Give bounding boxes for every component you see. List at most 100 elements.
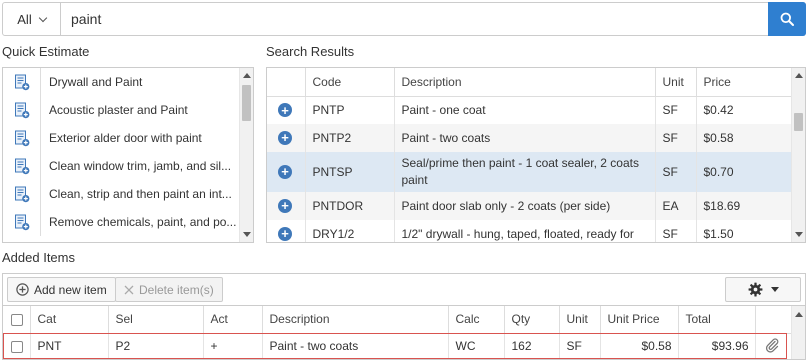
add-new-item-button[interactable]: Add new item <box>7 277 116 302</box>
column-header-unit-price[interactable]: Unit Price <box>600 306 679 334</box>
result-description: Paint door slab only - 2 coats (per side… <box>394 192 656 220</box>
column-header-act[interactable]: Act <box>203 306 263 334</box>
estimate-document-icon <box>3 180 41 208</box>
estimate-document-icon <box>3 124 41 152</box>
search-scope-label: All <box>17 11 32 27</box>
search-results-table: Code Description Unit Price + PNTP Paint -… <box>266 67 806 243</box>
quick-estimate-item[interactable]: Clean, strip and then paint an int... <box>3 180 253 208</box>
result-code: PNTP2 <box>305 124 395 152</box>
result-price[interactable]: $18.69 <box>696 192 794 220</box>
select-all-checkbox[interactable] <box>11 314 23 327</box>
result-description: 1/2" drywall - hung, taped, floated, rea… <box>394 220 656 242</box>
search-result-row[interactable]: + PNTP Paint - one coat SF $0.42 <box>267 96 794 124</box>
settings-menu-button[interactable] <box>725 277 801 302</box>
delete-items-label: Delete item(s) <box>139 282 214 297</box>
column-header-sel[interactable]: Sel <box>108 306 204 334</box>
result-code: DRY1/2 <box>305 220 395 242</box>
result-price[interactable]: $0.70 <box>696 152 794 192</box>
search-button[interactable] <box>768 2 806 36</box>
result-price[interactable]: $1.50 <box>696 220 794 242</box>
estimate-document-icon <box>3 208 41 236</box>
quick-estimate-item-label: Exterior alder door with paint <box>49 131 202 145</box>
column-header-description[interactable]: Description <box>262 306 449 334</box>
search-result-row[interactable]: + PNTP2 Paint - two coats SF $0.58 <box>267 124 794 152</box>
item-unit-price[interactable]: $0.58 <box>600 333 679 359</box>
item-calc[interactable]: WC <box>448 333 505 359</box>
added-items-toolbar: Add new item Delete item(s) <box>2 273 806 305</box>
scroll-up-arrow[interactable] <box>795 73 803 78</box>
item-total: $93.96 <box>678 333 756 359</box>
column-header-total[interactable]: Total <box>678 306 756 334</box>
item-unit[interactable]: SF <box>559 333 601 359</box>
plus-circle-icon[interactable]: + <box>278 198 292 213</box>
scrollbar-thumb[interactable] <box>794 113 803 131</box>
search-result-row[interactable]: + PNTDOR Paint door slab only - 2 coats (p… <box>267 192 794 220</box>
estimate-document-icon <box>3 96 41 124</box>
quick-estimate-item-label: Clean window trim, jamb, and sil... <box>49 159 232 173</box>
column-header-description[interactable]: Description <box>394 68 656 97</box>
attachment-cell[interactable] <box>755 333 794 359</box>
quick-estimate-item[interactable]: Clean window trim, jamb, and sil... <box>3 152 253 180</box>
search-bar: All <box>2 2 806 36</box>
scroll-up-arrow[interactable] <box>243 73 251 78</box>
item-act[interactable]: + <box>203 333 263 359</box>
quick-estimate-item-label: Clean, strip and then paint an int... <box>49 187 232 201</box>
delete-items-button[interactable]: Delete item(s) <box>115 277 223 302</box>
plus-circle-icon[interactable]: + <box>278 164 292 179</box>
column-header-attachment <box>755 306 794 334</box>
item-sel[interactable]: P2 <box>108 333 204 359</box>
added-items-table: Cat Sel Act Description Calc Qty Unit Un… <box>2 305 806 360</box>
item-qty[interactable]: 162 <box>504 333 560 359</box>
result-description: Seal/prime then paint - 1 coat sealer, 2… <box>394 152 656 192</box>
estimate-document-icon <box>3 152 41 180</box>
row-checkbox[interactable] <box>11 341 23 354</box>
search-result-row[interactable]: + DRY1/2 1/2" drywall - hung, taped, float… <box>267 220 794 242</box>
result-price[interactable]: $0.42 <box>696 96 794 124</box>
search-result-row[interactable]: + PNTSP Seal/prime then paint - 1 coat sea… <box>267 152 794 192</box>
chevron-down-icon <box>38 13 47 22</box>
column-header-calc[interactable]: Calc <box>448 306 505 334</box>
scroll-down-arrow[interactable] <box>243 232 251 237</box>
quick-estimate-item-label: Acoustic plaster and Paint <box>49 103 188 117</box>
column-header-code[interactable]: Code <box>305 68 395 97</box>
quick-estimate-title: Quick Estimate <box>2 44 90 59</box>
column-header-cat[interactable]: Cat <box>30 306 109 334</box>
scroll-down-arrow[interactable] <box>795 232 803 237</box>
quick-estimate-item[interactable]: Exterior alder door with paint <box>3 124 253 152</box>
added-items-scrollbar[interactable] <box>791 306 805 359</box>
item-description[interactable]: Paint - two coats <box>262 333 449 359</box>
quick-estimate-scrollbar[interactable] <box>239 68 253 242</box>
paperclip-icon[interactable] <box>764 337 780 353</box>
item-cat[interactable]: PNT <box>30 333 109 359</box>
column-header-qty[interactable]: Qty <box>504 306 560 334</box>
quick-estimate-list: Drywall and Paint Acoustic plaster and Pa… <box>2 67 254 243</box>
add-new-item-label: Add new item <box>34 282 107 297</box>
result-unit: SF <box>655 152 697 192</box>
column-header-select-all[interactable] <box>3 306 31 334</box>
scroll-up-arrow[interactable] <box>795 312 803 317</box>
search-results-scrollbar[interactable] <box>791 68 805 242</box>
result-code: PNTDOR <box>305 192 395 220</box>
plus-circle-icon[interactable]: + <box>278 226 292 241</box>
result-price[interactable]: $0.58 <box>696 124 794 152</box>
search-icon <box>780 12 794 26</box>
quick-estimate-item[interactable]: Remove chemicals, paint, and po... <box>3 208 253 236</box>
close-icon <box>124 285 134 294</box>
quick-estimate-item-label: Remove chemicals, paint, and po... <box>49 215 237 229</box>
added-item-row[interactable]: PNT P2 + Paint - two coats WC 162 SF $0.58 $93.9… <box>3 333 794 359</box>
scrollbar-thumb[interactable] <box>242 85 251 121</box>
search-input[interactable] <box>61 3 768 35</box>
search-scope-dropdown[interactable]: All <box>3 3 61 35</box>
quick-estimate-item[interactable]: Drywall and Paint <box>3 68 253 96</box>
quick-estimate-item[interactable]: Acoustic plaster and Paint <box>3 96 253 124</box>
column-header-unit[interactable]: Unit <box>655 68 697 97</box>
result-unit: SF <box>655 96 697 124</box>
column-header-unit[interactable]: Unit <box>559 306 601 334</box>
gear-icon <box>748 282 762 297</box>
result-code: PNTP <box>305 96 395 124</box>
result-unit: SF <box>655 124 697 152</box>
plus-circle-icon[interactable]: + <box>278 103 292 117</box>
plus-circle-icon[interactable]: + <box>278 130 292 145</box>
result-code: PNTSP <box>305 152 395 192</box>
column-header-price[interactable]: Price <box>696 68 794 97</box>
